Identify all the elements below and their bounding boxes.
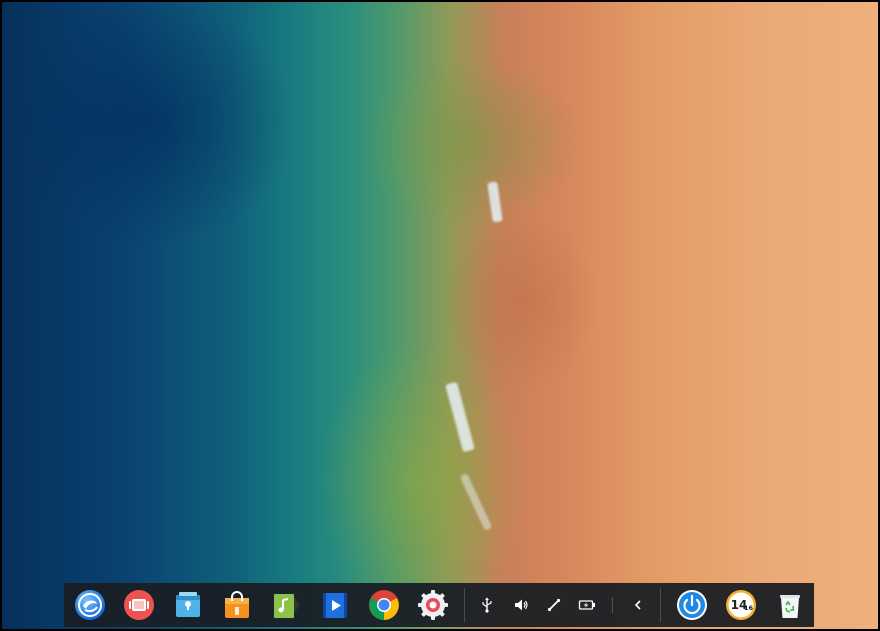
deepin-launcher-icon	[75, 590, 106, 620]
usb-icon	[482, 597, 492, 613]
dock: 14 16	[64, 583, 814, 627]
wave-foam	[445, 381, 475, 453]
tray-separator	[611, 597, 613, 613]
chevron-left-icon	[634, 600, 641, 610]
movie-icon	[323, 593, 348, 618]
tray-usb[interactable]	[471, 583, 504, 627]
clock-icon: 14 16	[725, 590, 756, 620]
dock-separator	[660, 588, 662, 622]
desktop-wallpaper	[2, 2, 878, 629]
tray-network[interactable]	[537, 583, 570, 627]
tray-expand-button[interactable]	[621, 583, 654, 627]
power-icon	[676, 590, 707, 620]
shutdown-button[interactable]	[667, 583, 716, 627]
app-store-button[interactable]	[213, 583, 262, 627]
tray-battery[interactable]	[571, 583, 604, 627]
chrome-button[interactable]	[360, 583, 409, 627]
clock-minute: 16	[744, 604, 754, 612]
datetime-clock[interactable]: 14 16	[716, 583, 765, 627]
volume-icon	[514, 599, 528, 611]
launcher-button[interactable]	[66, 583, 115, 627]
chrome-icon	[369, 590, 400, 620]
network-icon	[547, 598, 561, 612]
music-icon	[274, 594, 301, 618]
settings-gear-icon	[418, 590, 449, 620]
trash-button[interactable]	[765, 583, 814, 627]
battery-charging-icon	[579, 600, 596, 610]
trash-icon	[779, 595, 800, 618]
movie-button[interactable]	[311, 583, 360, 627]
file-manager-icon	[176, 592, 201, 617]
tray-sound[interactable]	[504, 583, 537, 627]
file-manager-button[interactable]	[164, 583, 213, 627]
store-bag-icon	[225, 591, 250, 618]
control-center-button[interactable]	[409, 583, 458, 627]
multitask-view-icon	[124, 590, 155, 620]
multitasking-view-button[interactable]	[115, 583, 164, 627]
dock-separator	[463, 588, 465, 622]
wave-foam	[459, 473, 493, 531]
wave-foam	[487, 181, 503, 223]
music-button[interactable]	[262, 583, 311, 627]
